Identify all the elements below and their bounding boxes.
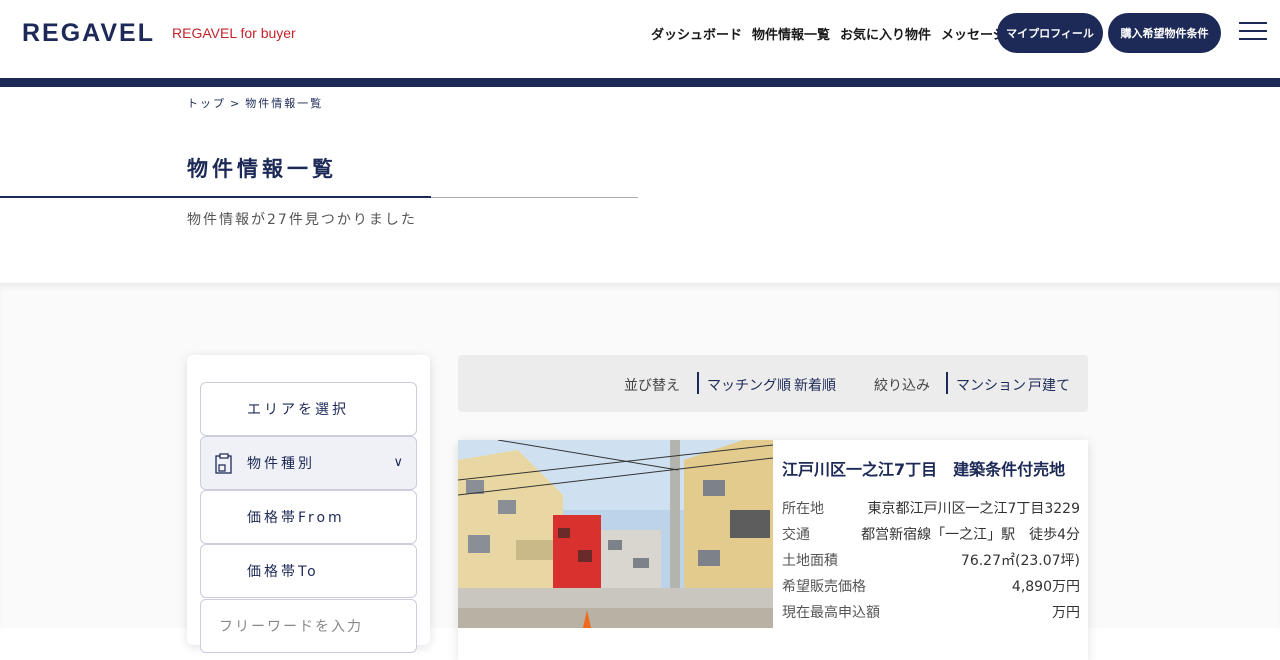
title-underline [0,196,431,198]
detail-value: 万円 [1052,605,1080,621]
site-header: REGAVEL REGAVEL for buyer ダッシュボード 物件情報一覧… [0,0,1280,78]
filter-mansion-option[interactable]: マンション [956,375,1026,395]
area-select-label: エリアを選択 [247,402,349,418]
price-to-label: 価格帯To [247,564,319,580]
page-title: 物件情報一覧 [187,157,337,181]
filter-label: 絞り込み [874,378,930,394]
property-title[interactable]: 江戸川区一之江7丁目 建築条件付売地 [782,456,1065,480]
site-logo[interactable]: REGAVEL [22,19,155,48]
breadcrumb-current: 物件情報一覧 [245,97,324,110]
logo-subtitle: REGAVEL for buyer [172,25,296,41]
main-nav: ダッシュボード 物件情報一覧 お気に入り物件 メッセージ [651,24,1006,43]
detail-label: 所在地 [782,501,824,517]
hamburger-menu-icon[interactable] [1239,22,1267,42]
property-type-label: 物件種別 [247,456,315,472]
sort-newest-option[interactable]: 新着順 [794,375,836,395]
filter-house-option[interactable]: 戸建て [1028,375,1070,395]
price-from-label: 価格帯From [247,510,345,526]
detail-label: 交通 [782,527,810,543]
detail-label: 現在最高申込額 [782,605,880,621]
detail-row-price: 希望販売価格 4,890万円 [782,576,1080,598]
breadcrumb: トップ > 物件情報一覧 [187,95,323,111]
my-profile-button[interactable]: マイプロフィール [997,13,1103,53]
freeword-placeholder: フリーワードを入力 [219,619,363,635]
breadcrumb-top[interactable]: トップ [187,97,226,110]
property-photo[interactable] [458,440,773,628]
detail-row-address: 所在地 東京都江戸川区一之江7丁目3229 [782,498,1080,520]
nav-favorites[interactable]: お気に入り物件 [840,24,931,43]
nav-dashboard[interactable]: ダッシュボード [651,24,742,43]
detail-value: 4,890万円 [1011,579,1080,595]
price-from-button[interactable]: 価格帯From [200,490,417,544]
property-card[interactable]: 江戸川区一之江7丁目 建築条件付売地 所在地 東京都江戸川区一之江7丁目3229… [458,440,1088,660]
chevron-down-icon: ∨ [393,455,403,470]
detail-value: 76.27㎡(23.07坪) [960,553,1080,569]
sort-label: 並び替え [624,378,680,394]
nav-property-list[interactable]: 物件情報一覧 [752,24,830,43]
detail-value: 都営新宿線「一之江」駅 徒歩4分 [861,527,1080,543]
filter-divider [946,372,948,394]
detail-label: 土地面積 [782,553,838,569]
sort-divider [697,372,699,394]
area-select-button[interactable]: エリアを選択 [200,382,417,436]
detail-row-highest-bid: 現在最高申込額 万円 [782,602,1080,624]
purchase-conditions-button[interactable]: 購入希望物件条件 [1108,13,1221,53]
document-icon [215,453,232,474]
price-to-button[interactable]: 価格帯To [200,544,417,598]
freeword-input[interactable]: フリーワードを入力 [200,599,417,653]
detail-row-land-area: 土地面積 76.27㎡(23.07坪) [782,550,1080,572]
property-type-dropdown[interactable]: 物件種別 ∨ [200,436,417,490]
sort-matching-option[interactable]: マッチング順 [707,375,791,395]
detail-value: 東京都江戸川区一之江7丁目3229 [867,501,1080,517]
detail-label: 希望販売価格 [782,579,866,595]
detail-row-transit: 交通 都営新宿線「一之江」駅 徒歩4分 [782,524,1080,546]
result-count: 物件情報が27件見つかりました [187,212,417,228]
filter-sidebar: エリアを選択 物件種別 ∨ 価格帯From 価格帯To フリーワードを入力 [187,355,430,653]
header-band [0,78,1280,87]
sort-filter-bar: 並び替え マッチング順 新着順 絞り込み マンション 戸建て [458,355,1088,412]
breadcrumb-separator: > [230,97,242,110]
